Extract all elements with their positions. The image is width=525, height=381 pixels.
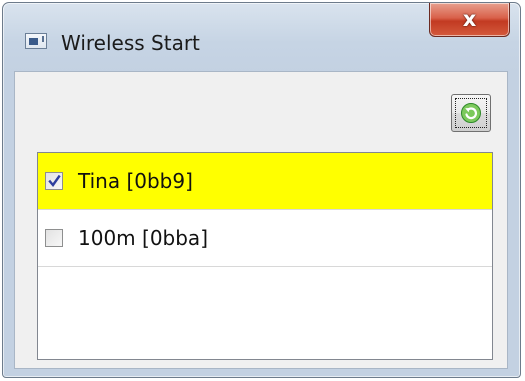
client-area: Tina [0bb9] 100m [0bba]: [14, 71, 508, 369]
device-list: Tina [0bb9] 100m [0bba]: [37, 152, 493, 360]
device-checkbox[interactable]: [45, 172, 63, 190]
checkmark-icon: [48, 174, 61, 187]
device-row[interactable]: Tina [0bb9]: [38, 153, 492, 210]
device-row[interactable]: 100m [0bba]: [38, 210, 492, 267]
device-label: Tina [0bb9]: [78, 169, 193, 193]
focus-rectangle: [455, 98, 487, 128]
device-label: 100m [0bba]: [78, 226, 208, 250]
device-checkbox[interactable]: [45, 229, 63, 247]
window-app-icon[interactable]: [25, 33, 47, 49]
refresh-button[interactable]: [451, 94, 491, 132]
title-bar[interactable]: Wireless Start x: [3, 3, 520, 61]
window-title: Wireless Start: [61, 31, 200, 55]
wireless-start-window: Wireless Start x Tina [0bb9] 100m [0bba]: [2, 2, 521, 378]
close-button[interactable]: x: [429, 3, 510, 37]
close-icon: x: [462, 7, 477, 31]
